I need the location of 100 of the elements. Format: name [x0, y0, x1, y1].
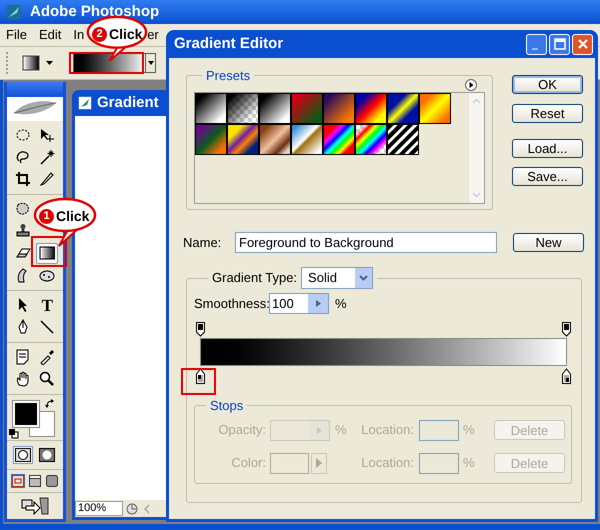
mask-mode-icon	[39, 448, 55, 462]
group-label: Stops	[209, 397, 244, 415]
triangle-right-icon	[316, 426, 322, 434]
minimize-icon	[532, 48, 538, 50]
field-label: Location:	[360, 421, 414, 440]
menu-item[interactable]: File	[6, 25, 27, 45]
gradient-tool-icon	[39, 245, 56, 262]
gradient-swatch[interactable]	[291, 92, 323, 124]
field-label: Name:	[183, 234, 222, 252]
dialog-title: Gradient Editor	[174, 34, 284, 54]
app-icon	[6, 4, 22, 20]
maximize-icon	[554, 38, 566, 50]
field-label: Smoothness:	[194, 294, 269, 313]
window-icon	[29, 475, 41, 487]
swap-colors-icon[interactable]	[45, 398, 55, 409]
presets-menu-icon[interactable]	[465, 78, 477, 90]
screen-mode-button[interactable]	[28, 474, 42, 488]
gradient-swatch[interactable]	[227, 124, 259, 154]
name-field[interactable]: Foreground to Background	[235, 232, 497, 253]
dropdown-button[interactable]	[146, 53, 156, 73]
document-title: Gradient	[97, 92, 159, 113]
ok-button[interactable]: OK	[512, 75, 583, 94]
crop-tool-icon	[14, 171, 31, 188]
group-label: Presets	[205, 67, 252, 85]
mask-mode-icon	[15, 448, 31, 462]
callout-text: Click	[109, 25, 142, 44]
unit-label: %	[463, 454, 476, 472]
color-swatch-field[interactable]	[270, 452, 309, 474]
gradient-swatch[interactable]	[387, 124, 419, 154]
smoothness-field[interactable]: 100	[269, 293, 329, 314]
unit-label: %	[463, 421, 476, 440]
dialog-button[interactable]: Save...	[512, 167, 583, 186]
default-colors-icon[interactable]	[9, 428, 19, 439]
gradient-swatch[interactable]	[323, 124, 355, 154]
foreground-color-swatch[interactable]	[13, 400, 39, 427]
gradient-swatch[interactable]	[291, 124, 323, 154]
field-label: Location:	[360, 454, 414, 472]
tool-preset-picker[interactable]	[22, 55, 53, 71]
screen-mode-button[interactable]	[45, 474, 59, 488]
maximize-button[interactable]	[549, 34, 570, 54]
window-icon	[46, 475, 58, 487]
color-stop-marker[interactable]	[195, 368, 206, 384]
window-title: Adobe Photoshop	[30, 2, 160, 22]
imageready-icon[interactable]	[20, 496, 50, 516]
lasso-tool-icon	[14, 149, 31, 166]
dialog-button[interactable]: Reset	[512, 104, 583, 123]
gradient-swatch[interactable]	[323, 92, 355, 124]
gradient-swatch[interactable]	[259, 92, 291, 124]
location-field[interactable]	[419, 420, 459, 440]
panel-title-bar	[7, 82, 63, 98]
gradient-swatch[interactable]	[195, 124, 227, 154]
gradient-bar[interactable]	[200, 338, 567, 366]
marquee-tool-icon	[14, 127, 31, 144]
close-icon	[576, 38, 588, 50]
unit-label: %	[335, 294, 347, 313]
wand-tool-icon	[39, 149, 56, 166]
callout-text: Click	[56, 207, 90, 226]
gradient-swatch[interactable]	[195, 92, 227, 124]
color-stop-marker[interactable]	[561, 368, 572, 384]
field-label: Gradient Type:	[212, 269, 298, 288]
zoom-field[interactable]: 100%	[75, 501, 123, 516]
gradient-swatch[interactable]	[387, 92, 419, 124]
tool-button[interactable]: T	[36, 294, 58, 316]
triangle-right-icon	[316, 300, 320, 307]
dialog-button[interactable]: Load...	[512, 139, 583, 158]
new-button[interactable]: New	[513, 233, 584, 252]
opacity-field[interactable]	[270, 420, 330, 440]
gradient-swatch[interactable]	[355, 92, 387, 124]
stamp-tool-icon	[14, 223, 31, 240]
gradient-type-dropdown[interactable]: Solid	[301, 267, 374, 289]
tool-button[interactable]	[36, 242, 58, 264]
opacity-stop-marker[interactable]	[561, 322, 572, 337]
close-button[interactable]	[572, 34, 593, 54]
standard-mode-button[interactable]	[13, 446, 33, 464]
gradient-swatch[interactable]	[259, 124, 291, 154]
menu-item[interactable]: In	[73, 25, 84, 45]
chevron-down-icon	[359, 275, 368, 281]
opacity-stop-marker[interactable]	[195, 322, 206, 337]
caret-icon	[148, 61, 154, 65]
gradient-swatch[interactable]	[227, 92, 259, 124]
gradient-tool-icon	[22, 55, 40, 71]
field-label: Opacity:	[217, 421, 266, 440]
window-icon	[12, 475, 24, 487]
line-tool-icon	[39, 319, 56, 336]
location-field[interactable]	[419, 452, 459, 474]
gradient-swatch[interactable]	[355, 124, 387, 154]
hand-tool-icon	[14, 371, 31, 388]
menu-item[interactable]: er	[147, 25, 159, 45]
color-picker-button[interactable]	[311, 452, 327, 474]
triangle-right-icon	[316, 458, 322, 468]
zoom-tool-icon	[39, 371, 56, 388]
minimize-button[interactable]	[526, 34, 547, 54]
slice-tool-icon	[39, 171, 56, 188]
gradient-swatch[interactable]	[419, 92, 451, 124]
quick-mask-button[interactable]	[37, 446, 57, 464]
menu-item[interactable]: Edit	[38, 25, 62, 45]
eyedropper-tool-icon	[39, 349, 56, 366]
notes-tool-icon	[14, 349, 31, 366]
highlight-frame	[181, 368, 216, 395]
status-menu-icon[interactable]	[126, 502, 138, 514]
